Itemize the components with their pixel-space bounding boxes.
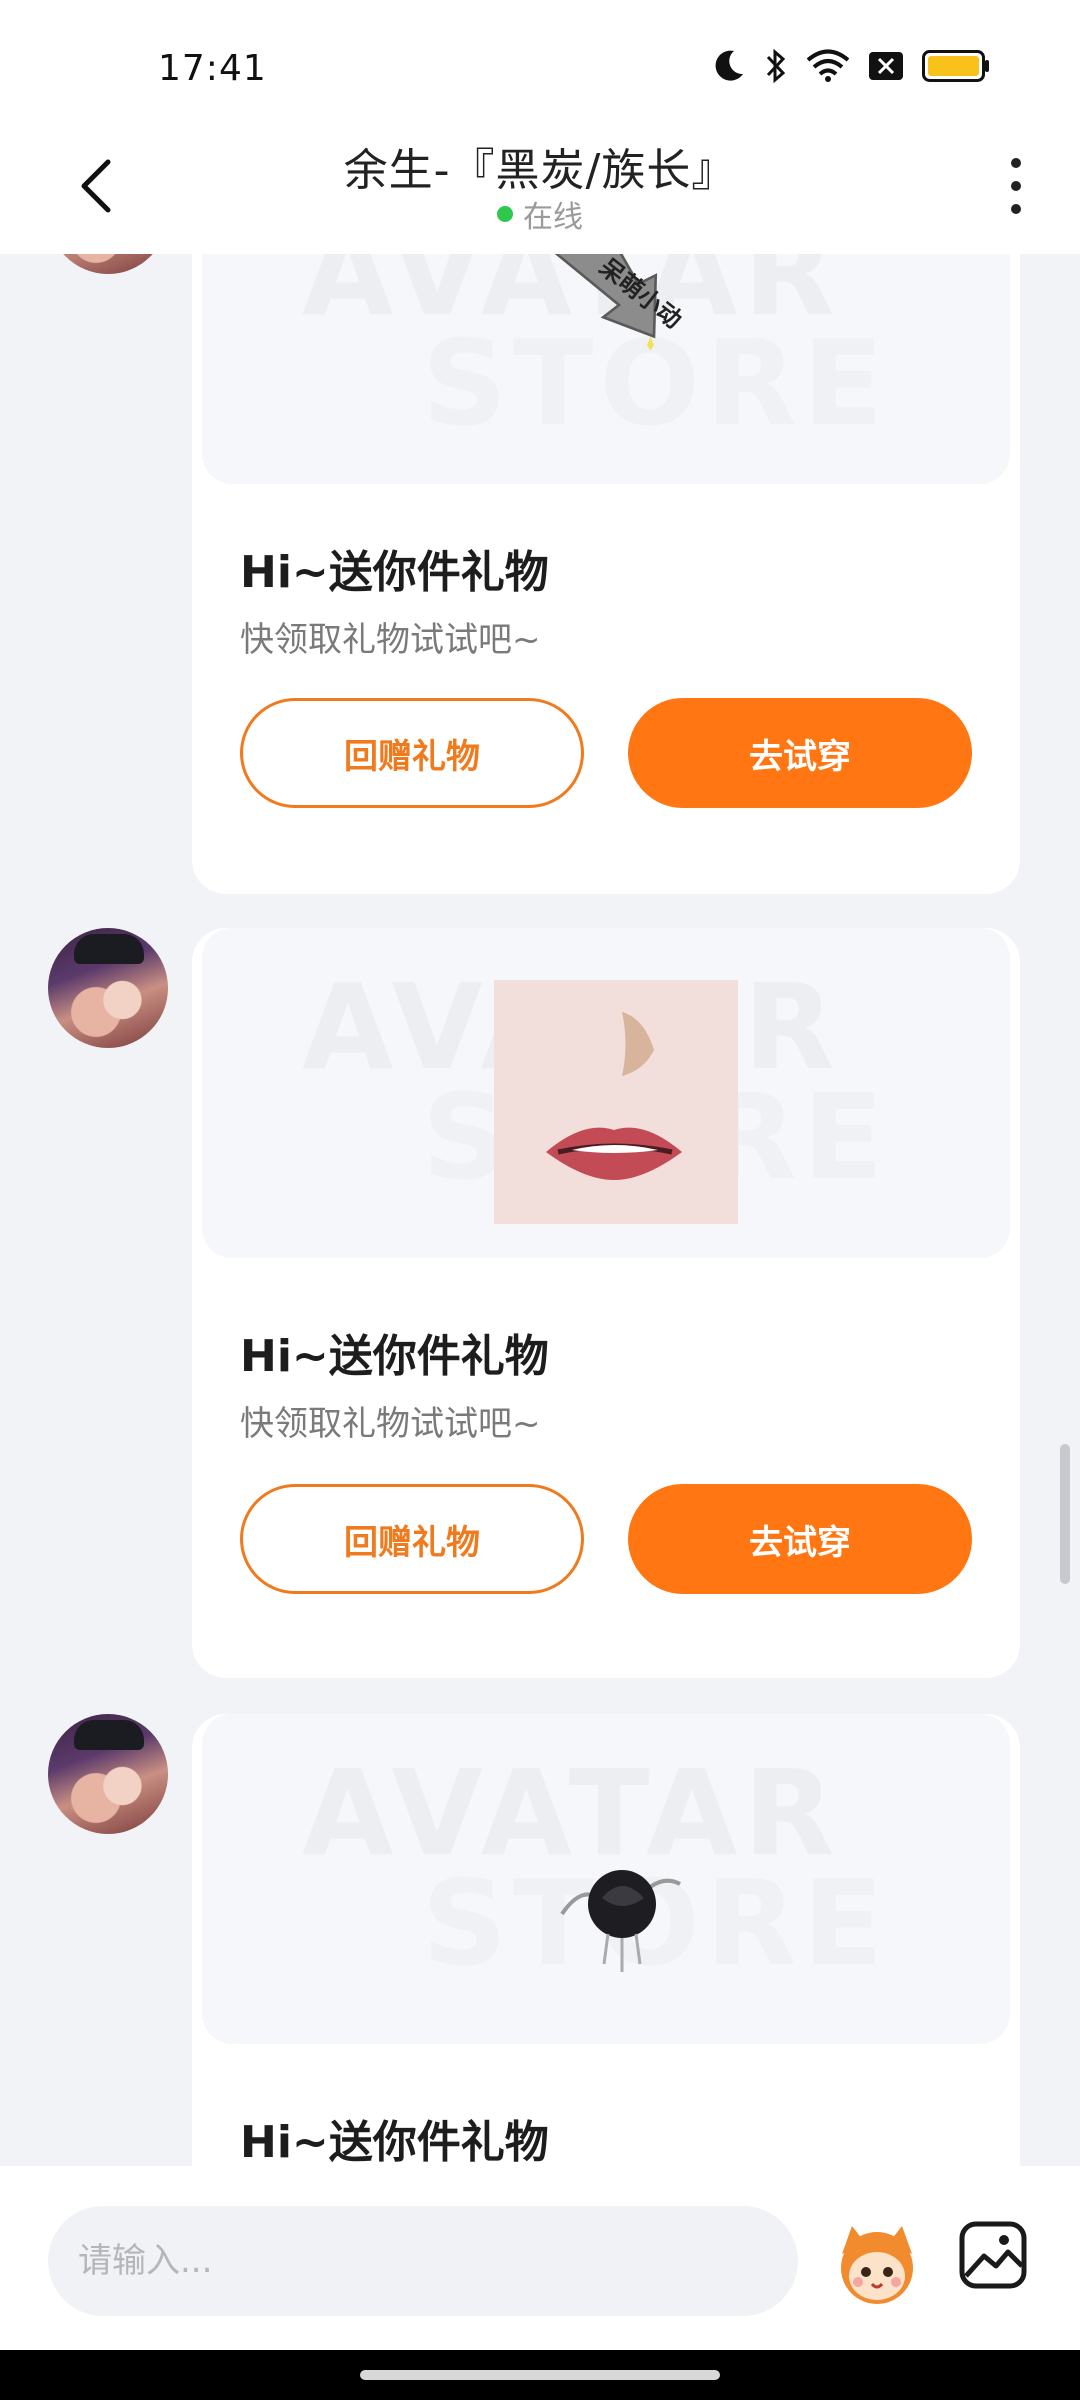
try-on-button[interactable]: 去试穿: [628, 698, 972, 808]
wifi-icon: [806, 49, 850, 82]
battery-icon: [922, 50, 989, 82]
gift-subtitle: 快领取礼物试试吧~: [240, 1404, 541, 1444]
status-bar: 17:41: [0, 0, 1080, 130]
message-input[interactable]: [48, 2206, 798, 2316]
emoji-mascot-button[interactable]: [832, 2218, 922, 2308]
online-dot-icon: [497, 206, 513, 222]
more-dot-icon: [1011, 181, 1021, 191]
more-dot-icon: [1011, 158, 1021, 168]
moon-icon: [715, 50, 743, 81]
return-gift-button[interactable]: 回赠礼物: [240, 698, 584, 808]
sender-avatar[interactable]: [48, 928, 168, 1048]
image-picker-button[interactable]: [958, 2220, 1028, 2290]
scrollbar[interactable]: [1060, 1444, 1070, 1584]
status-time: 17:41: [158, 48, 267, 89]
sim-off-icon: [869, 52, 903, 80]
gift-item-rose-accessory: [560, 1870, 681, 1972]
gift-item-lips: [494, 980, 738, 1224]
gift-image[interactable]: AVATAR STORE: [202, 928, 1010, 1258]
image-icon: [959, 2221, 1027, 2289]
input-bar: [0, 2166, 1080, 2350]
chat-header: 余生-『黑炭/族长』 在线: [0, 130, 1080, 254]
more-dot-icon: [1011, 204, 1021, 214]
gift-image[interactable]: AVATAR STORE 呆萌小动: [202, 254, 1010, 484]
lips-nose-icon: [546, 1012, 682, 1180]
bluetooth-icon: [766, 48, 786, 84]
home-indicator[interactable]: [360, 2370, 720, 2380]
gift-subtitle: 快领取礼物试试吧~: [240, 620, 541, 660]
chat-title: 余生-『黑炭/族长』: [343, 145, 737, 196]
mascot-icon: [841, 2226, 913, 2304]
gift-card: AVATAR STORE Hi~送你件礼物: [192, 1714, 1020, 2166]
gift-title: Hi~送你件礼物: [240, 1331, 549, 1382]
chat-message-list[interactable]: AVATAR STORE 呆萌小动 Hi~送你件礼物 快领取礼物试试吧~ 回赠礼…: [0, 254, 1080, 2166]
try-on-button[interactable]: 去试穿: [628, 1484, 972, 1594]
gift-title: Hi~送你件礼物: [240, 2117, 549, 2166]
status-icons: [712, 46, 990, 86]
return-gift-button[interactable]: 回赠礼物: [240, 1484, 584, 1594]
gift-title: Hi~送你件礼物: [240, 547, 549, 598]
sender-avatar[interactable]: [48, 1714, 168, 1834]
more-options-button[interactable]: [996, 150, 1036, 222]
gift-card: AVATAR STORE Hi~送你件礼物 快领取礼物试试吧~ 回赠礼物 去试穿: [192, 928, 1020, 1678]
online-label: 在线: [523, 200, 583, 235]
sender-avatar[interactable]: [48, 254, 168, 274]
online-status: 在线: [0, 192, 1080, 236]
gift-image[interactable]: AVATAR STORE: [202, 1714, 1010, 2044]
system-nav-bar: [0, 2350, 1080, 2400]
gift-card: AVATAR STORE 呆萌小动 Hi~送你件礼物 快领取礼物试试吧~ 回赠礼…: [192, 254, 1020, 894]
